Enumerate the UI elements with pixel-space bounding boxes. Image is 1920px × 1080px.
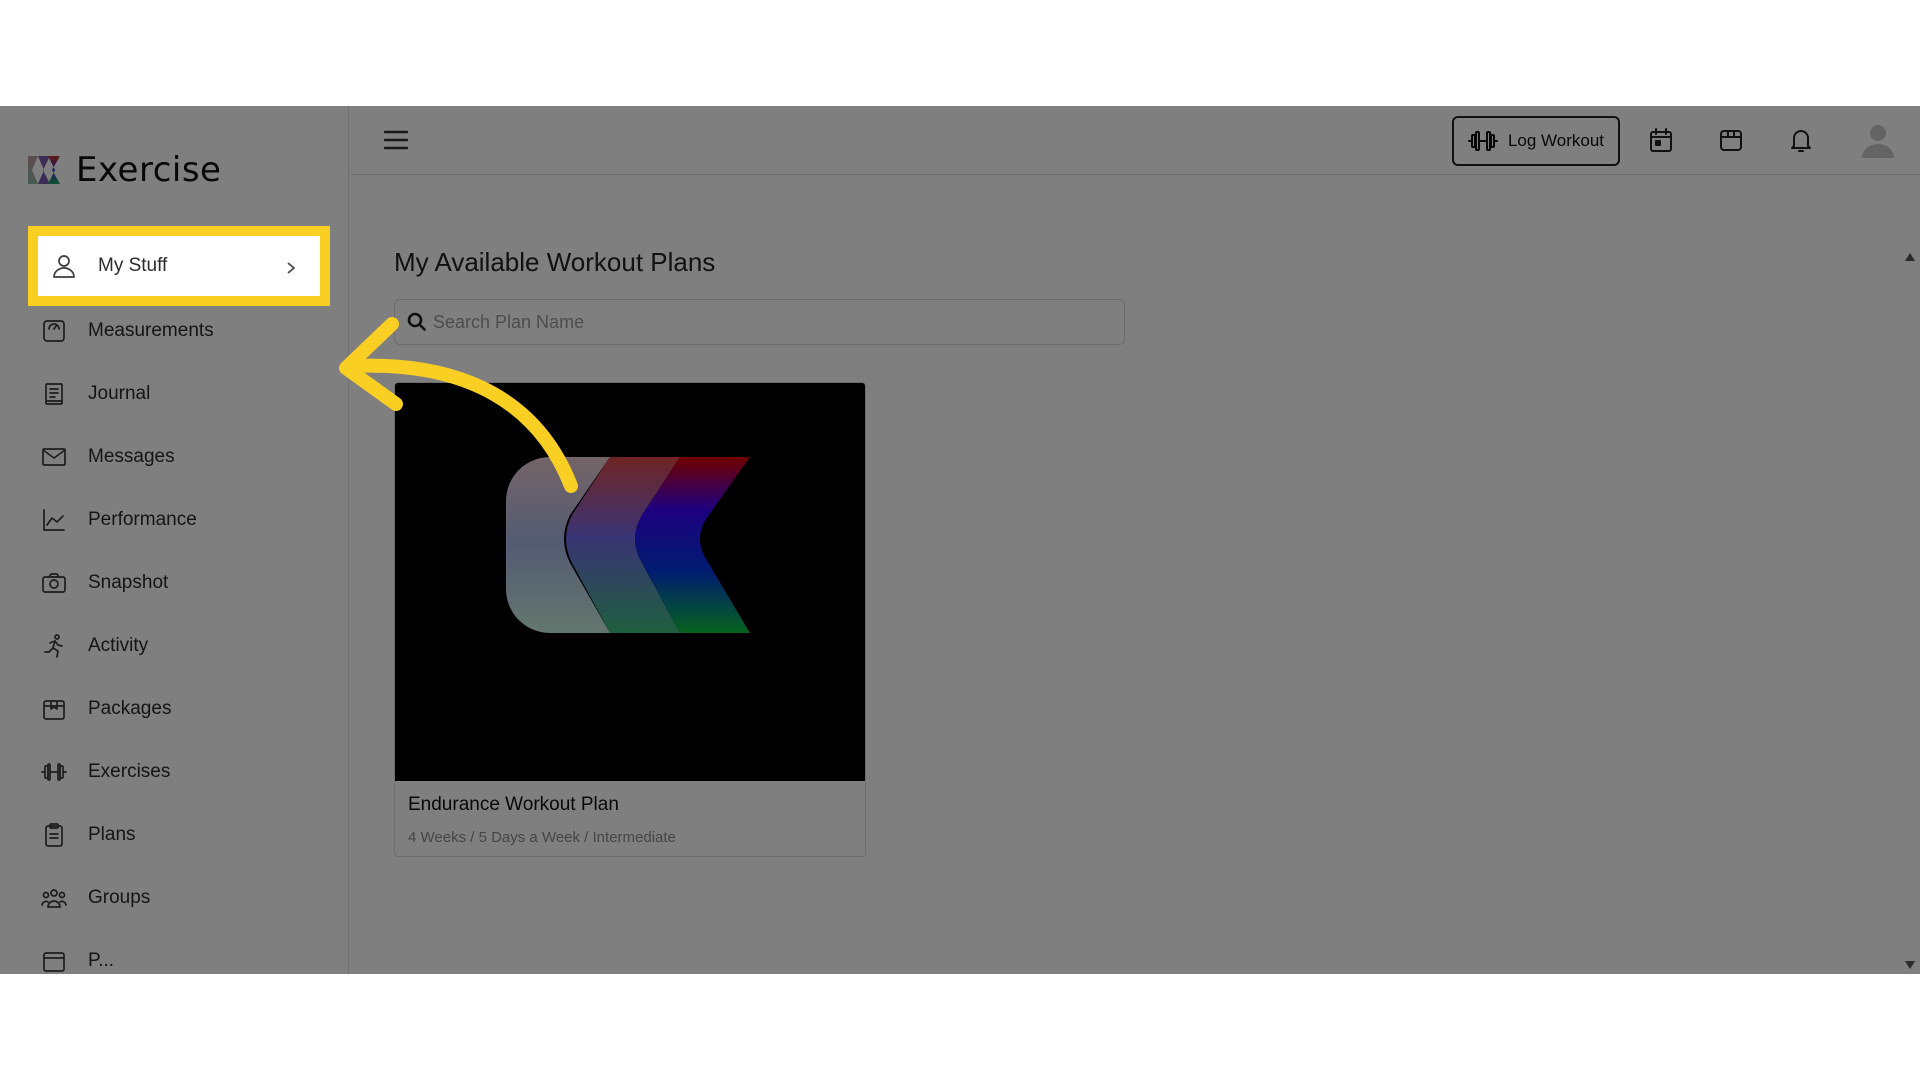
sidebar-item-my-stuff[interactable]: My Stuff	[38, 236, 320, 296]
sidebar-item-plans[interactable]: Plans	[28, 803, 320, 866]
avatar[interactable]	[1858, 120, 1898, 160]
package-icon	[40, 695, 68, 723]
sidebar-item-messages[interactable]: Messages	[28, 425, 320, 488]
brand[interactable]: Exercise	[24, 146, 221, 194]
plan-meta: 4 Weeks / 5 Days a Week / Intermediate	[408, 829, 676, 846]
highlight-box: My Stuff	[28, 226, 330, 306]
scroll-up-arrow[interactable]	[1904, 252, 1916, 262]
sidebar-item-measurements[interactable]: Measurements	[28, 299, 320, 362]
logo-icon	[28, 156, 60, 184]
chevron-right-icon	[284, 259, 298, 274]
sidebar-item-performance[interactable]: Performance	[28, 488, 320, 551]
sidebar-item-label: Snapshot	[88, 571, 169, 593]
bell-icon[interactable]	[1787, 126, 1817, 156]
topbar: Log Workout	[350, 106, 1920, 175]
sidebar-item-snapshot[interactable]: Snapshot	[28, 551, 320, 614]
menu-icon[interactable]	[382, 126, 412, 156]
chart-icon	[40, 506, 68, 534]
truncated-icon	[40, 947, 68, 975]
sidebar-item-packages[interactable]: Packages	[28, 677, 320, 740]
main-content: My Available Workout Plans Search Plan N…	[350, 176, 1920, 974]
user-icon	[50, 252, 78, 280]
log-workout-label: Log Workout	[1507, 131, 1605, 150]
camera-icon	[40, 569, 68, 597]
app-name: Exercise	[76, 150, 222, 190]
dumbbell-icon	[40, 758, 68, 786]
calendar-icon[interactable]	[1647, 126, 1677, 156]
running-icon	[40, 632, 68, 660]
sidebar-item-journal[interactable]: Journal	[28, 362, 320, 425]
page-title: My Available Workout Plans	[394, 247, 716, 277]
sidebar-item-label: P...	[88, 949, 115, 971]
scale-icon	[40, 317, 68, 345]
sidebar-item-label: Exercises	[88, 760, 171, 782]
plan-card[interactable]: Endurance Workout Plan 4 Weeks / 5 Days …	[394, 382, 866, 857]
sidebar-item-label: Journal	[88, 382, 151, 404]
sidebar-item-activity[interactable]: Activity	[28, 614, 320, 677]
sidebar-item-truncated[interactable]: P...	[28, 929, 320, 974]
group-icon	[40, 884, 68, 912]
sidebar-item-groups[interactable]: Groups	[28, 866, 320, 929]
journal-icon	[40, 380, 68, 408]
sidebar-item-label: Performance	[88, 508, 197, 530]
sidebar-item-label: Messages	[88, 445, 175, 467]
sidebar-item-label: Groups	[88, 886, 151, 908]
clipboard-icon	[40, 821, 68, 849]
plan-image	[395, 383, 865, 781]
search-icon	[407, 312, 427, 332]
sidebar-item-exercises[interactable]: Exercises	[28, 740, 320, 803]
mail-icon	[40, 443, 68, 471]
sidebar-item-label: Packages	[88, 697, 172, 719]
search-box	[394, 299, 1125, 345]
scroll-down-arrow[interactable]	[1904, 960, 1916, 970]
search-input[interactable]	[433, 300, 1113, 344]
sidebar-item-label: Activity	[88, 634, 149, 656]
sidebar-item-label: Measurements	[88, 319, 214, 341]
app-window: Exercise Measurements Journal Messages P	[0, 106, 1920, 974]
dumbbell-icon	[1467, 131, 1498, 151]
log-workout-button[interactable]: Log Workout	[1452, 116, 1620, 166]
sidebar-item-label: Plans	[88, 823, 136, 845]
box-icon[interactable]	[1717, 126, 1747, 156]
plan-title: Endurance Workout Plan	[408, 794, 619, 815]
sidebar-item-label: My Stuff	[98, 255, 168, 276]
sidebar-menu: Measurements Journal Messages Performanc…	[28, 233, 320, 974]
